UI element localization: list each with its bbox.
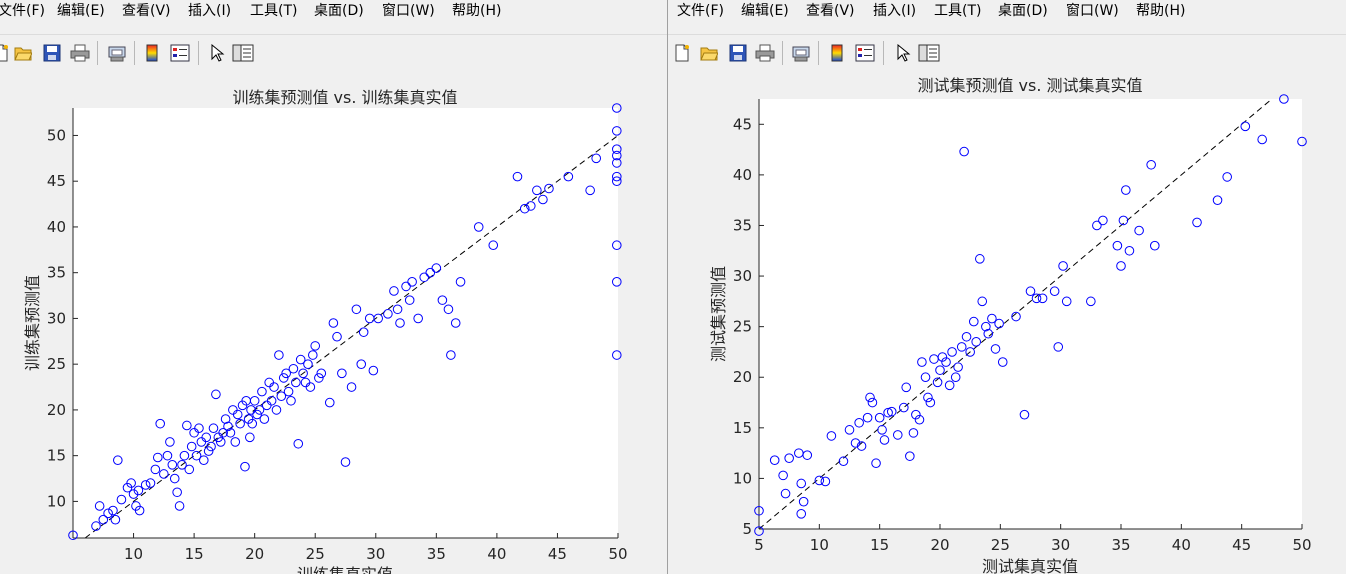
toolbar-separator	[782, 41, 783, 65]
property-inspector-icon[interactable]	[232, 44, 254, 62]
menu-edit[interactable]: 编辑(E)	[55, 0, 107, 34]
chart-title: 测试集预测值 vs. 测试集真实值	[917, 76, 1142, 95]
figure-canvas: 5 10 15 20 25 30 35 40 45 50 5 10 15 20 25 30 35 40 45 测试集…	[668, 72, 1346, 574]
menu-desktop[interactable]: 桌面(D)	[996, 0, 1050, 34]
pointer-icon[interactable]	[895, 44, 913, 62]
toolbar-separator	[198, 41, 199, 65]
x-tick-label: 40	[487, 545, 506, 563]
menu-tools[interactable]: 工具(T)	[248, 0, 299, 34]
figure-window-train: 文件(F) 编辑(E) 查看(V) 插入(I) 工具(T) 桌面(D) 窗口(W…	[0, 0, 667, 574]
menu-insert[interactable]: 插入(I)	[186, 0, 233, 34]
x-tick-label: 35	[427, 545, 446, 563]
menu-insert[interactable]: 插入(I)	[871, 0, 918, 34]
menubar: 文件(F) 编辑(E) 查看(V) 插入(I) 工具(T) 桌面(D) 窗口(W…	[668, 0, 1346, 34]
menu-desktop[interactable]: 桌面(D)	[312, 0, 366, 34]
y-tick-label: 20	[733, 368, 752, 386]
toolbar-separator	[97, 41, 98, 65]
x-tick-label: 20	[245, 545, 264, 563]
open-folder-icon[interactable]	[700, 44, 718, 62]
toolbar	[0, 34, 667, 73]
colorbar-icon[interactable]	[830, 44, 848, 62]
new-file-icon[interactable]	[0, 44, 10, 62]
x-tick-label: 45	[1232, 536, 1251, 554]
toolbar	[668, 34, 1346, 73]
y-tick-label: 50	[47, 126, 66, 144]
menu-window[interactable]: 窗口(W)	[380, 0, 437, 34]
legend-icon[interactable]	[855, 44, 875, 62]
new-file-icon[interactable]	[673, 44, 691, 62]
menu-edit[interactable]: 编辑(E)	[739, 0, 791, 34]
save-icon[interactable]	[729, 44, 747, 62]
toolbar-separator	[134, 41, 135, 65]
menu-help[interactable]: 帮助(H)	[1134, 0, 1187, 34]
y-tick-label: 25	[733, 318, 752, 336]
menu-file[interactable]: 文件(F)	[0, 0, 47, 34]
y-axis-label: 测试集预测值	[709, 266, 728, 362]
y-tick-label: 10	[733, 469, 752, 487]
toolbar-separator	[818, 41, 819, 65]
x-tick-label: 20	[930, 536, 949, 554]
x-tick-label: 5	[754, 536, 764, 554]
y-tick-label: 45	[733, 115, 752, 133]
print-preview-icon[interactable]	[791, 44, 810, 62]
x-tick-label: 25	[306, 545, 325, 563]
print-icon[interactable]	[70, 44, 90, 62]
y-tick-label: 15	[47, 447, 66, 465]
property-inspector-icon[interactable]	[918, 44, 940, 62]
menu-window[interactable]: 窗口(W)	[1064, 0, 1121, 34]
x-tick-label: 15	[185, 545, 204, 563]
y-tick-label: 10	[47, 492, 66, 510]
x-tick-label: 25	[991, 536, 1010, 554]
x-tick-label: 10	[124, 545, 143, 563]
open-folder-icon[interactable]	[14, 44, 32, 62]
y-tick-label: 25	[47, 355, 66, 373]
y-tick-label: 30	[47, 309, 66, 327]
x-axis-label: 训练集真实值	[297, 565, 393, 574]
x-tick-label: 40	[1172, 536, 1191, 554]
menu-view[interactable]: 查看(V)	[804, 0, 857, 34]
menubar: 文件(F) 编辑(E) 查看(V) 插入(I) 工具(T) 桌面(D) 窗口(W…	[0, 0, 667, 34]
x-tick-label: 50	[1292, 536, 1311, 554]
figure-window-test: 文件(F) 编辑(E) 查看(V) 插入(I) 工具(T) 桌面(D) 窗口(W…	[668, 0, 1346, 574]
y-tick-label: 40	[47, 218, 66, 236]
x-axis-label: 测试集真实值	[982, 557, 1078, 574]
y-tick-label: 35	[733, 216, 752, 234]
menu-view[interactable]: 查看(V)	[120, 0, 173, 34]
menu-help[interactable]: 帮助(H)	[450, 0, 503, 34]
figure-canvas: 10 15 20 25 30 35 40 45 50 10 15 20 25 30 35 40 45 50 训练集…	[0, 72, 667, 574]
x-tick-label: 50	[608, 545, 627, 563]
chart-title: 训练集预测值 vs. 训练集真实值	[232, 88, 457, 107]
x-tick-label: 30	[366, 545, 385, 563]
y-tick-label: 45	[47, 172, 66, 190]
y-axis-label: 训练集预测值	[23, 275, 42, 371]
legend-icon[interactable]	[170, 44, 190, 62]
y-tick-label: 40	[733, 166, 752, 184]
pointer-icon[interactable]	[209, 44, 227, 62]
y-tick-label: 15	[733, 419, 752, 437]
x-tick-label: 30	[1051, 536, 1070, 554]
y-tick-label: 5	[742, 520, 752, 538]
colorbar-icon[interactable]	[145, 44, 163, 62]
chart-train: 10 15 20 25 30 35 40 45 50 10 15 20 25 30 35 40 45 50 训练集…	[23, 88, 628, 574]
y-tick-label: 30	[733, 267, 752, 285]
y-tick-label: 20	[47, 401, 66, 419]
x-tick-label: 35	[1111, 536, 1130, 554]
menu-tools[interactable]: 工具(T)	[932, 0, 983, 34]
toolbar-separator	[883, 41, 884, 65]
x-tick-label: 10	[810, 536, 829, 554]
print-icon[interactable]	[755, 44, 775, 62]
y-tick-label: 35	[47, 264, 66, 282]
x-tick-label: 15	[870, 536, 889, 554]
menu-file[interactable]: 文件(F)	[675, 0, 726, 34]
print-preview-icon[interactable]	[107, 44, 126, 62]
chart-test: 5 10 15 20 25 30 35 40 45 50 5 10 15 20 25 30 35 40 45 测试集…	[709, 76, 1312, 574]
x-tick-label: 45	[548, 545, 567, 563]
save-icon[interactable]	[43, 44, 61, 62]
